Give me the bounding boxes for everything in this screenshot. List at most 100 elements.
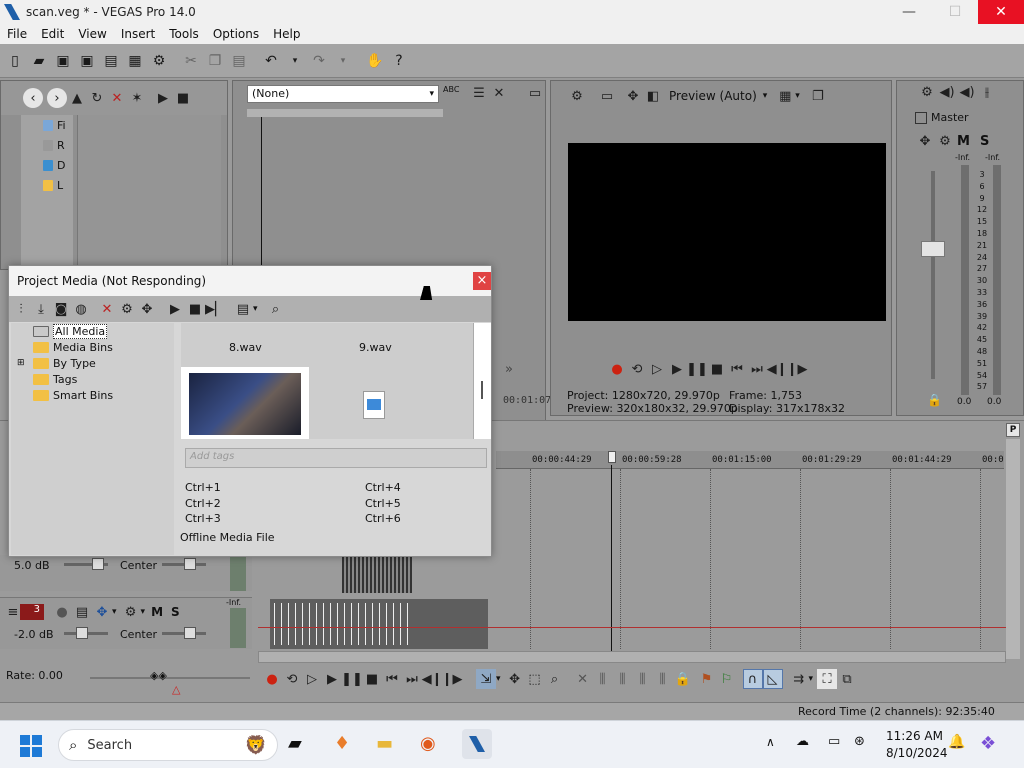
copilot-icon[interactable]: ❖ [980, 733, 996, 754]
chevron-down-icon[interactable]: ▾ [141, 607, 146, 617]
play-from-start-icon[interactable]: ▷ [302, 669, 322, 689]
menu-view[interactable]: View [71, 27, 113, 41]
play-icon[interactable]: ▶ [667, 359, 687, 379]
menu-help[interactable]: Help [266, 27, 307, 41]
menu-tools[interactable]: Tools [162, 27, 206, 41]
render-icon[interactable]: ▤ [100, 50, 122, 72]
play-icon[interactable]: ▶ [153, 88, 173, 108]
trimmer-timeline-bar[interactable] [247, 109, 443, 117]
mixer-properties-icon[interactable]: ⫲ [977, 82, 997, 102]
new-file-icon[interactable]: ▯ [4, 50, 26, 72]
undo-icon[interactable]: ↶ [260, 50, 282, 72]
external-monitor-icon[interactable]: ▭ [597, 86, 617, 106]
undo-dropdown-icon[interactable]: ▾ [284, 50, 306, 72]
go-to-end-icon[interactable]: ⏭ [402, 669, 422, 689]
forward-icon[interactable]: › [47, 88, 67, 108]
master-toggle-icon[interactable] [915, 111, 927, 124]
track-handle-icon[interactable]: ≡ [6, 602, 20, 622]
master-pan-icon[interactable]: ✥ [915, 131, 935, 151]
explorer-item[interactable]: D [57, 159, 65, 172]
trimmer-menu-icon[interactable]: ▭ [525, 83, 545, 103]
preview-settings-icon[interactable]: ⚙ [567, 86, 587, 106]
media-file-name[interactable]: 8.wav [229, 341, 262, 354]
favorites-icon[interactable]: ✶ [127, 88, 147, 108]
copy-snapshot-icon[interactable]: ❐ [808, 86, 828, 106]
views-icon[interactable]: ▤ [233, 299, 253, 319]
mixer-settings-icon[interactable]: ⚙ [917, 82, 937, 102]
stop-icon[interactable]: ■ [362, 669, 382, 689]
audio-event-1[interactable] [342, 555, 412, 593]
menu-edit[interactable]: Edit [34, 27, 71, 41]
save-as-icon[interactable]: ▣ [76, 50, 98, 72]
chevron-down-icon[interactable]: ▾ [112, 607, 117, 617]
display-icon[interactable]: ▭ [828, 734, 840, 749]
show-hidden-icons-icon[interactable]: ∧ [766, 735, 775, 749]
split-icon[interactable]: ⫼ [653, 669, 673, 689]
pan-slider-handle[interactable] [184, 627, 196, 639]
menu-file[interactable]: File [0, 27, 34, 41]
rate-handle-icon[interactable]: ◈◈ [150, 669, 167, 682]
go-to-start-icon[interactable]: ⏮ [382, 669, 402, 689]
track-fx-bypass-icon[interactable]: ▤ [72, 602, 92, 622]
start-button-icon[interactable] [20, 735, 42, 757]
search-icon[interactable]: ⌕ [266, 299, 286, 319]
cut-icon[interactable]: ✂ [180, 50, 202, 72]
trimmer-forward-icon[interactable]: » [499, 359, 519, 379]
chevron-down-icon[interactable]: ▾ [809, 674, 814, 684]
region-icon[interactable]: ⚐ [717, 669, 737, 689]
loop-icon[interactable]: ⟲ [627, 359, 647, 379]
playhead-marker[interactable] [608, 451, 616, 463]
hand-tool-icon[interactable]: ✋ [364, 50, 386, 72]
preview-quality[interactable]: Preview (Auto) [669, 89, 757, 103]
back-icon[interactable]: ‹ [23, 88, 43, 108]
master-solo[interactable]: S [980, 134, 989, 149]
chevron-down-icon[interactable]: ▾ [795, 91, 800, 101]
save-icon[interactable]: ▣ [52, 50, 74, 72]
timeline-ruler[interactable]: 00:00:44:29 00:00:59:28 00:01:15:00 00:0… [496, 451, 1004, 469]
go-to-end-icon[interactable]: ⏭ [747, 359, 767, 379]
video-thumbnail[interactable] [181, 367, 309, 439]
close-button[interactable]: ✕ [978, 0, 1024, 24]
go-to-start-icon[interactable]: ⏮ [727, 359, 747, 379]
chevron-down-icon[interactable]: ▾ [496, 674, 501, 684]
vertical-scrollbar[interactable] [1006, 439, 1020, 659]
connect-icon[interactable]: ⊛ [854, 734, 865, 749]
play-icon[interactable]: ▶ [322, 669, 342, 689]
properties-icon[interactable]: ▦ [124, 50, 146, 72]
tree-item-by-type[interactable]: ⊞ By Type [11, 355, 174, 371]
taskbar-search[interactable]: ⌕ Search 🦁 [58, 729, 278, 761]
capture-icon[interactable]: ⤓ [31, 299, 51, 319]
notification-bell-icon[interactable]: 🔔 [948, 734, 965, 750]
spellcheck-label[interactable]: ABC [443, 85, 459, 94]
thumbnail-scrollbar[interactable] [473, 323, 491, 439]
media-file-name[interactable]: 9.wav [359, 341, 392, 354]
split-screen-icon[interactable]: ✥ [623, 86, 643, 106]
media-fx-icon[interactable]: ⚙ [117, 299, 137, 319]
delete-icon[interactable]: ✕ [107, 88, 127, 108]
adjust-icon[interactable]: ◧ [643, 86, 663, 106]
insert-fx-icon[interactable]: ◀) [957, 82, 977, 102]
selection-tool-icon[interactable]: ⬚ [525, 669, 545, 689]
insert-bus-icon[interactable]: ◀) [937, 82, 957, 102]
stop-icon[interactable]: ■ [173, 88, 193, 108]
ignore-grouping-icon[interactable]: ⧉ [837, 669, 857, 689]
add-tags-field[interactable]: Add tags [185, 448, 487, 468]
volume-slider-handle[interactable] [92, 558, 104, 570]
refresh-icon[interactable]: ↻ [87, 88, 107, 108]
get-media-icon[interactable]: ◙ [51, 299, 71, 319]
rate-slider[interactable] [90, 677, 250, 679]
auto-crossfade-icon[interactable]: ◺ [762, 669, 783, 689]
explorer-file-list[interactable] [77, 115, 221, 269]
snapping-icon[interactable]: ∩ [742, 669, 763, 689]
master-fader-track[interactable] [931, 171, 935, 379]
help-icon[interactable]: ? [388, 50, 410, 72]
trim-icon[interactable]: ⫼ [593, 669, 613, 689]
explorer-item[interactable]: R [57, 139, 65, 152]
dialog-close-button[interactable]: × [473, 272, 491, 290]
open-folder-icon[interactable]: ▰ [28, 50, 50, 72]
tree-item-media-bins[interactable]: Media Bins [11, 339, 174, 355]
lock-icon[interactable]: 🔒 [927, 393, 942, 407]
track-fx-icon[interactable]: ⚙ [121, 602, 141, 622]
trimmer-select[interactable]: (None) ▾ [247, 85, 439, 103]
ripple-edit-icon[interactable]: ⇉ [789, 669, 809, 689]
